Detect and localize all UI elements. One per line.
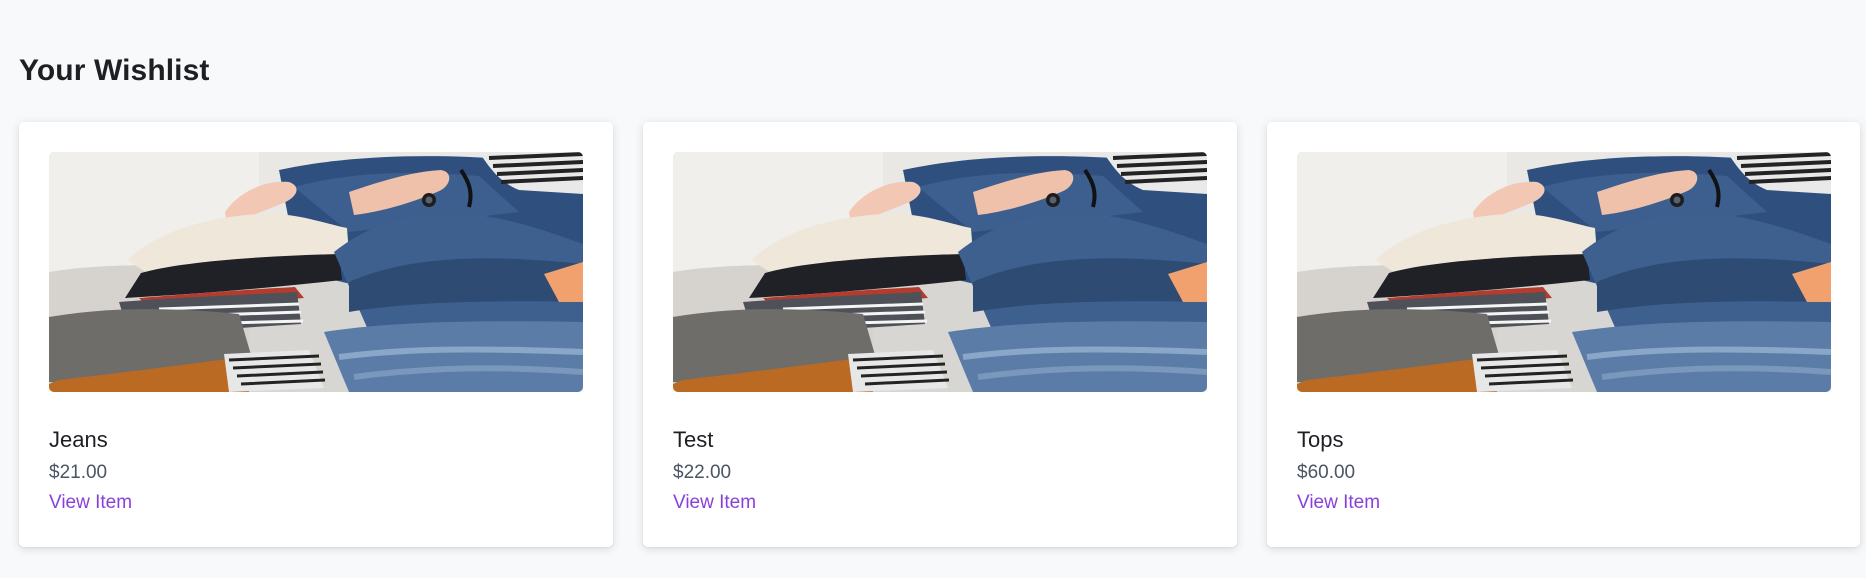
product-image[interactable] [673, 152, 1207, 392]
wishlist-grid: Jeans $21.00 View Item Test $22.00 View … [19, 122, 1860, 547]
wishlist-card: Tops $60.00 View Item [1267, 122, 1860, 547]
product-name: Jeans [49, 427, 108, 452]
product-image[interactable] [49, 152, 583, 392]
product-name: Test [673, 427, 714, 452]
product-image[interactable] [1297, 152, 1831, 392]
page-title: Your Wishlist [19, 54, 210, 87]
view-item-link[interactable]: View Item [673, 492, 756, 514]
product-name: Tops [1297, 427, 1344, 452]
wishlist-card: Test $22.00 View Item [643, 122, 1237, 547]
product-price: $60.00 [1297, 462, 1356, 483]
wishlist-card: Jeans $21.00 View Item [19, 122, 613, 547]
view-item-link[interactable]: View Item [49, 492, 132, 514]
product-price: $21.00 [49, 462, 108, 483]
wishlist-page: Your Wishlist Jeans $21.00 View Item Tes… [0, 0, 1866, 578]
product-price: $22.00 [673, 462, 732, 483]
view-item-link[interactable]: View Item [1297, 492, 1380, 514]
